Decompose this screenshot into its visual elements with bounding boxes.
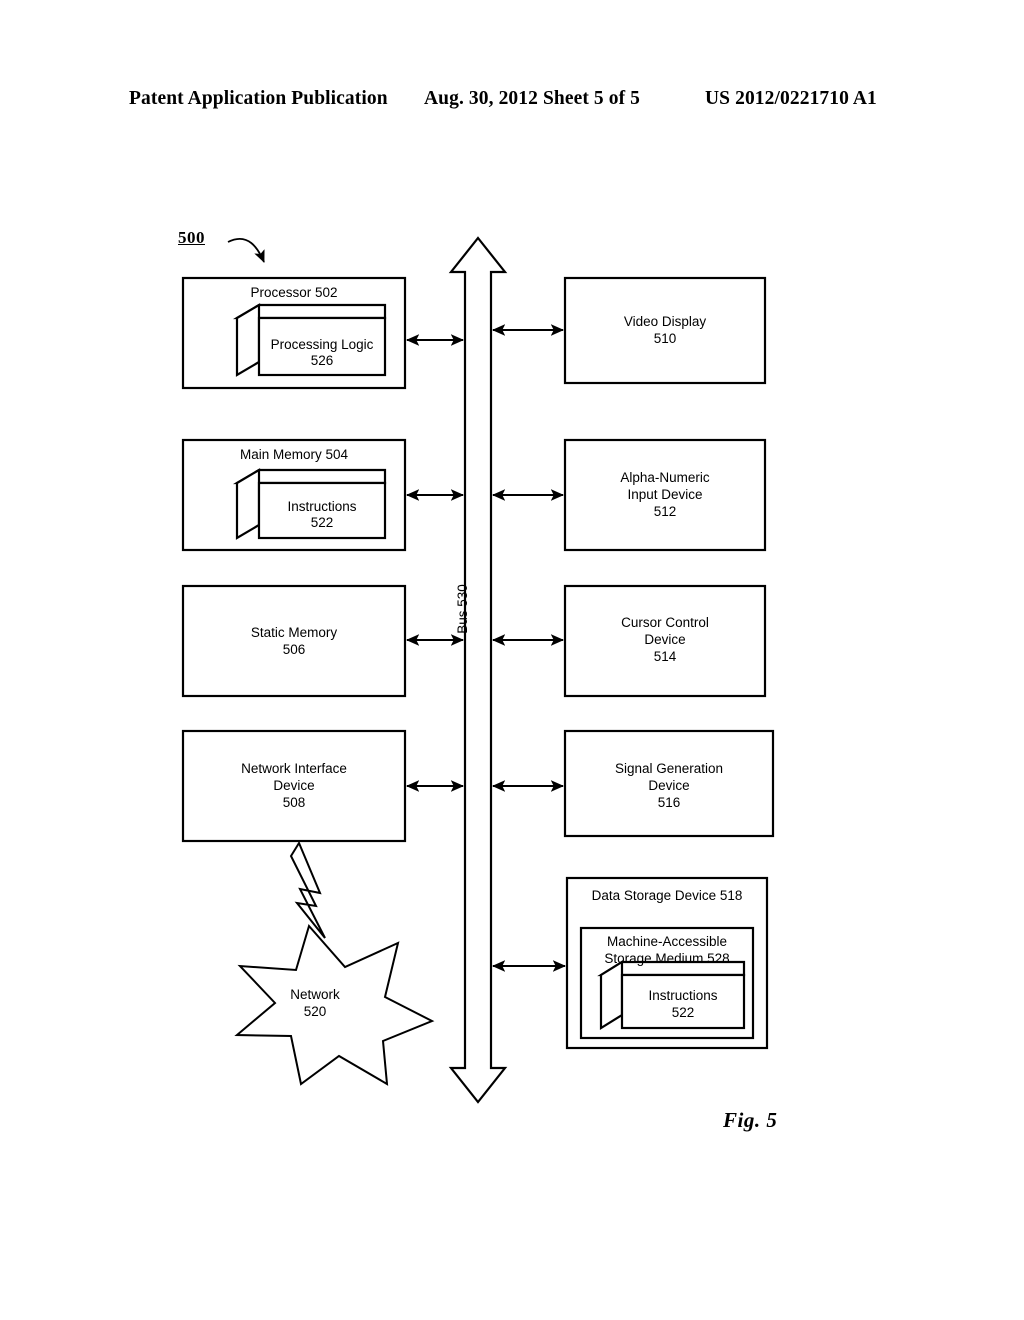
main-memory-instructions-3d-box: [232, 468, 387, 540]
reference-500-leader-arrow: [227, 238, 265, 263]
bus-530-label: Bus 530: [455, 584, 470, 634]
processing-logic-3d-box: [232, 303, 387, 377]
signal-generation-box: [563, 729, 775, 838]
reference-numeral-500: 500: [178, 228, 205, 247]
figure-5-diagram: 500 Processor 502 Processing Logic 526 M…: [0, 0, 1024, 1320]
alpha-numeric-input-box: [563, 438, 767, 552]
figure-vector-layer: [181, 236, 775, 1104]
video-display-box: [563, 276, 767, 385]
wireless-lightning-bolt: [289, 840, 326, 939]
cursor-control-box: [563, 584, 767, 698]
bus-530-arrow: [448, 236, 508, 1104]
network-interface-box: [181, 729, 407, 843]
static-memory-box: [181, 584, 407, 698]
network-star-shape: [234, 923, 435, 1086]
figure-caption: Fig. 5: [723, 1108, 778, 1132]
data-storage-instructions-3d-box: [597, 960, 746, 1030]
